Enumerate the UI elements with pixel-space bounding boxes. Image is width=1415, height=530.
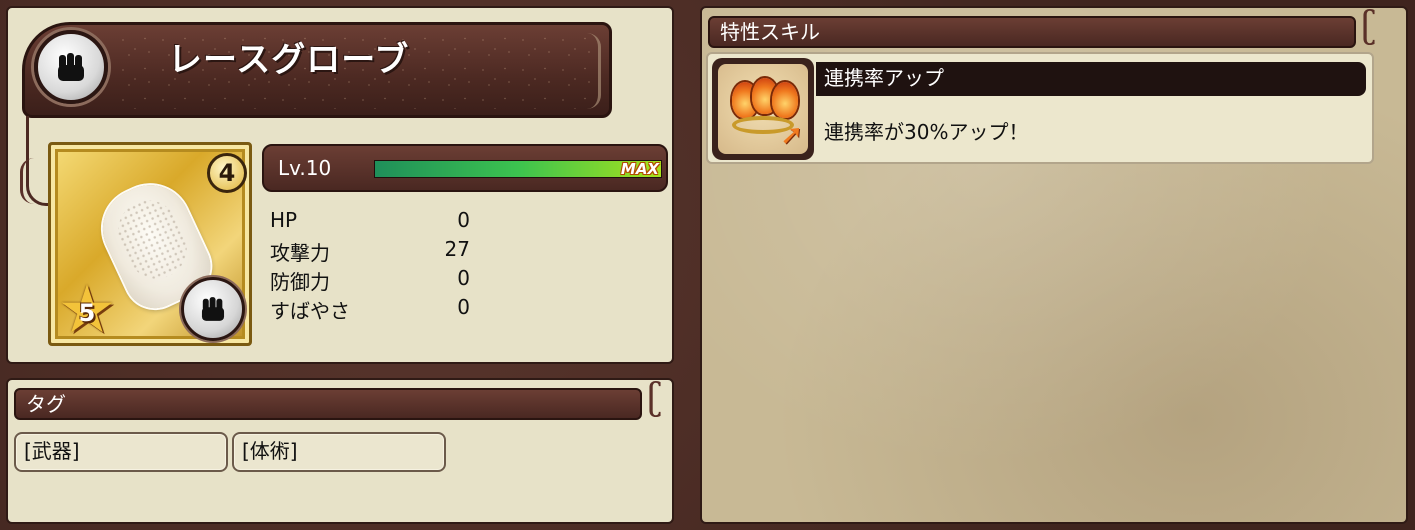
star-count: 5 <box>78 299 96 327</box>
up-arrow-icon: ➚ <box>780 118 804 151</box>
stat-label: すばやさ <box>270 299 350 323</box>
stat-value: 0 <box>457 295 470 319</box>
skill-name: 連携率アップ <box>816 62 1366 96</box>
banner-scroll-ornament <box>577 33 601 109</box>
tag-chip-weapon[interactable]: [武器] <box>14 432 228 472</box>
item-name: レースグローブ <box>168 40 410 80</box>
tag-chip-martial-arts[interactable]: [体術] <box>232 432 446 472</box>
flame-shape <box>772 82 798 118</box>
level-label: Lv.10 <box>278 156 332 180</box>
skill-entry[interactable]: ➚ 連携率アップ 連携率が30%アップ！ <box>706 52 1374 164</box>
scroll-ornament-icon: ʗ <box>1360 5 1376 46</box>
tag-header-label: タグ <box>26 392 66 416</box>
star-rarity-badge: ★ 5 <box>55 277 119 343</box>
stats-list: HP 0 攻撃力 27 防御力 0 すばやさ 0 <box>270 208 470 324</box>
fist-icon <box>181 277 245 341</box>
stat-label: 攻撃力 <box>270 241 330 265</box>
stat-value: 0 <box>457 208 470 232</box>
stat-value: 0 <box>457 266 470 290</box>
item-card[interactable]: 4 ★ 5 <box>48 142 252 346</box>
exp-fill <box>375 161 661 177</box>
stat-row-speed: すばやさ 0 <box>270 295 470 324</box>
scroll-ornament-icon: ʗ <box>646 377 662 418</box>
skill-header-label: 特性スキル <box>720 20 820 44</box>
item-detail-panel: レースグローブ 4 ★ 5 Lv.10 MAX HP 0 攻撃力 27 防御力 … <box>6 6 674 364</box>
fist-icon <box>34 30 108 104</box>
chain-rate-up-icon: ➚ <box>712 58 814 160</box>
skill-icon-frame: ➚ <box>718 64 808 154</box>
exp-max-label: MAX <box>620 160 659 178</box>
skill-section-header: 特性スキル ʗ <box>708 8 1376 48</box>
exp-track: MAX <box>374 160 662 178</box>
stat-value: 27 <box>444 237 470 261</box>
skill-description: 連携率が30%アップ！ <box>824 120 1029 144</box>
stat-label: HP <box>270 208 298 232</box>
stat-row-hp: HP 0 <box>270 208 470 237</box>
fist-badge-svg <box>201 297 225 321</box>
stat-row-attack: 攻撃力 27 <box>270 237 470 266</box>
trait-skill-panel: 特性スキル ʗ ➚ 連携率アップ 連携率が30%アップ！ <box>700 6 1408 524</box>
level-bar: Lv.10 MAX <box>262 144 668 192</box>
tag-panel: タグ ʗ [武器] [体術] <box>6 378 674 524</box>
rank-badge: 4 <box>207 153 247 193</box>
vine-ornament <box>20 158 38 204</box>
tag-section-header: タグ ʗ <box>14 380 662 420</box>
fist-icon-svg <box>58 53 84 81</box>
stat-label: 防御力 <box>270 270 330 294</box>
stat-row-defense: 防御力 0 <box>270 266 470 295</box>
